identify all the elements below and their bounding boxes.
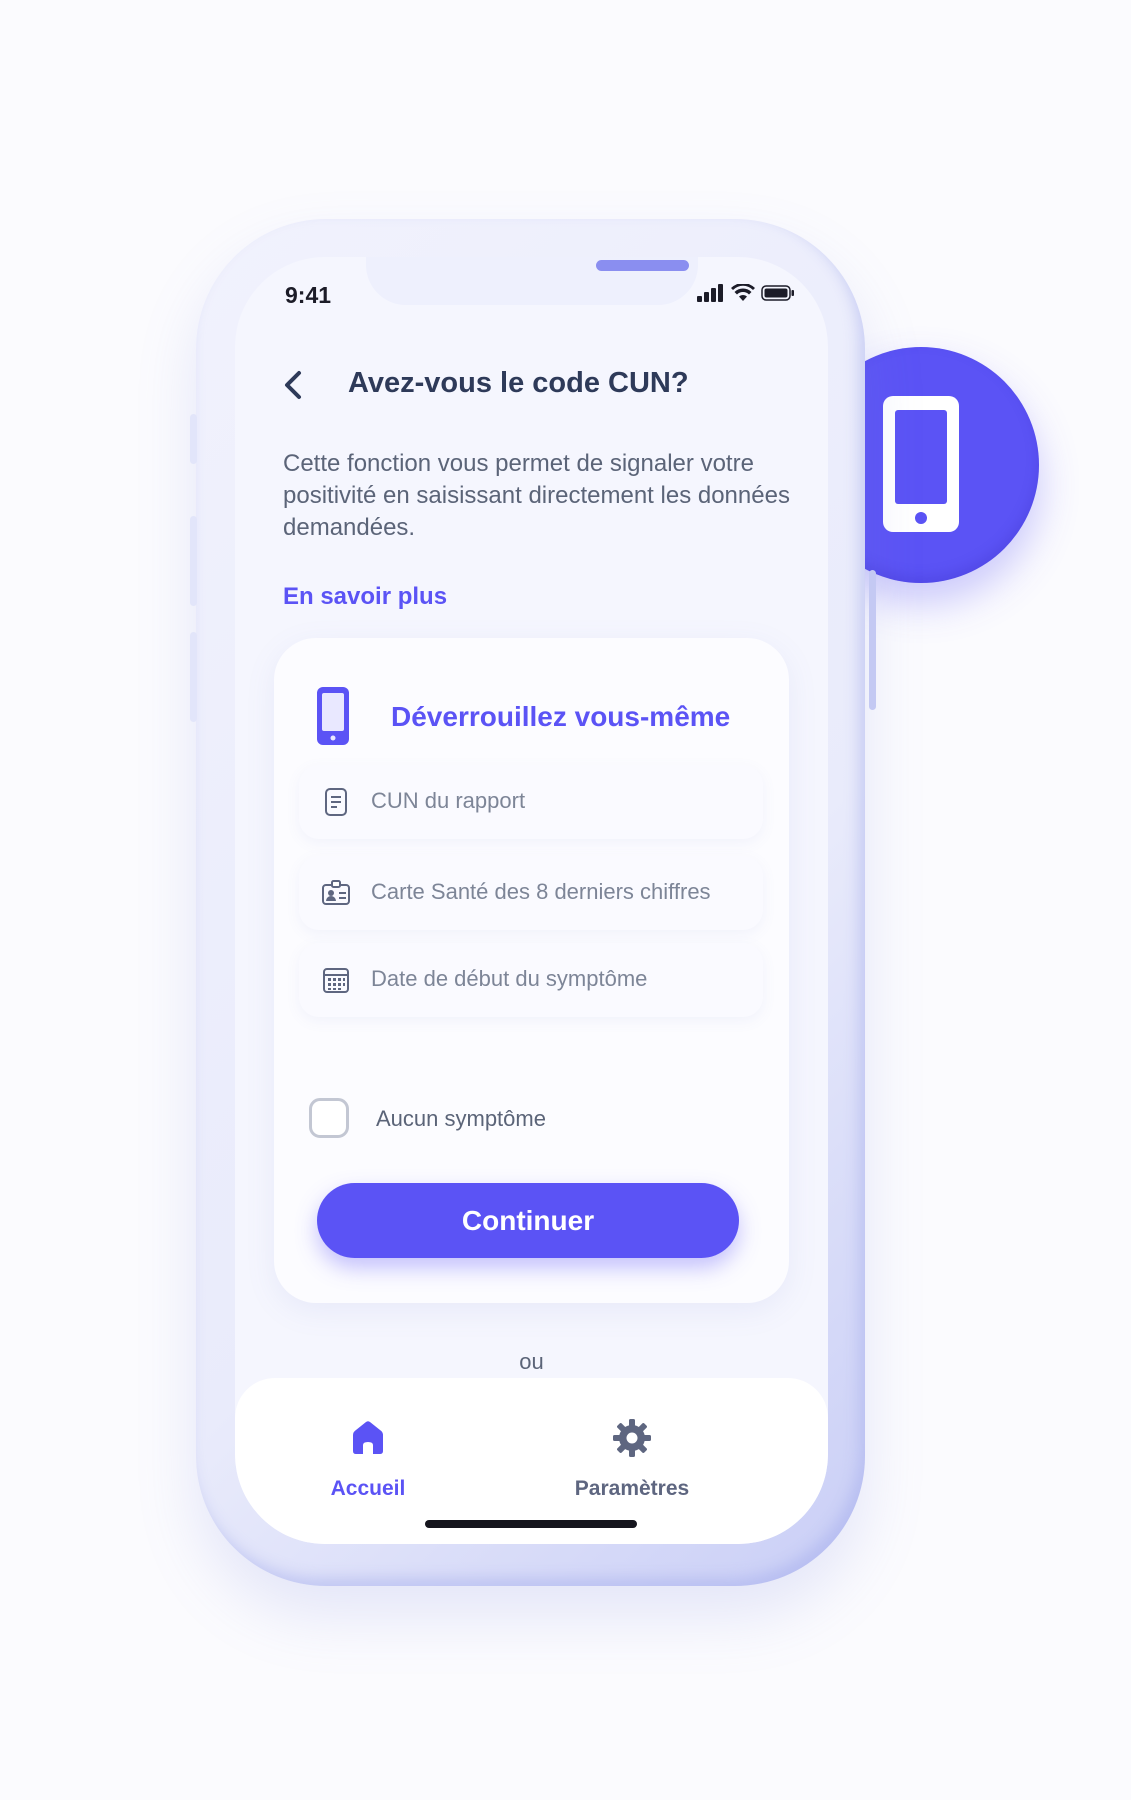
learn-more-link[interactable]: En savoir plus	[283, 583, 447, 611]
tab-home-label: Accueil	[330, 1477, 406, 1500]
unlock-card: Déverrouillez vous-même CUN du rapport C…	[274, 638, 789, 1303]
card-title: Déverrouillez vous-même	[391, 701, 731, 732]
no-symptom-checkbox[interactable]	[309, 1098, 349, 1138]
gear-icon	[613, 1419, 651, 1457]
page-title: Avez-vous le code CUN?	[348, 367, 689, 399]
tab-settings-label: Paramètres	[574, 1477, 690, 1500]
home-icon	[353, 1421, 383, 1454]
no-symptom-label: Aucun symptôme	[376, 1106, 546, 1131]
document-icon	[325, 788, 347, 816]
continue-button[interactable]: Continuer	[317, 1183, 739, 1258]
cun-field[interactable]: CUN du rapport	[299, 765, 763, 839]
tab-settings[interactable]: Paramètres	[532, 1418, 732, 1501]
calendar-icon	[323, 968, 349, 993]
home-indicator	[425, 1520, 637, 1528]
tab-home[interactable]: Accueil	[268, 1418, 468, 1501]
id-card-icon	[322, 880, 350, 905]
side-button	[190, 516, 197, 606]
intro-description: Cette fonction vous permet de signaler v…	[283, 450, 790, 541]
smartphone-icon	[883, 396, 959, 532]
status-icons	[697, 283, 795, 303]
smartphone-icon	[317, 687, 349, 745]
wifi-icon	[731, 284, 755, 301]
side-button	[190, 414, 197, 464]
back-chevron-icon[interactable]	[279, 365, 309, 405]
side-button	[869, 570, 876, 710]
or-separator: ou	[519, 1349, 544, 1374]
phone-screen: 9:41 Avez-vous le code CUN? Cette foncti…	[235, 257, 828, 1544]
battery-icon	[761, 285, 794, 301]
status-time: 9:41	[285, 282, 332, 308]
health-card-field[interactable]: Carte Santé des 8 derniers chiffres	[299, 856, 763, 930]
speaker	[596, 260, 689, 271]
cun-field-placeholder: CUN du rapport	[371, 788, 526, 813]
notch	[366, 257, 698, 305]
signal-icon	[697, 284, 723, 302]
symptom-date-field-placeholder: Date de début du symptôme	[371, 966, 648, 991]
side-button	[190, 632, 197, 722]
symptom-date-field[interactable]: Date de début du symptôme	[299, 943, 763, 1017]
health-card-field-placeholder: Carte Santé des 8 derniers chiffres	[371, 879, 711, 904]
